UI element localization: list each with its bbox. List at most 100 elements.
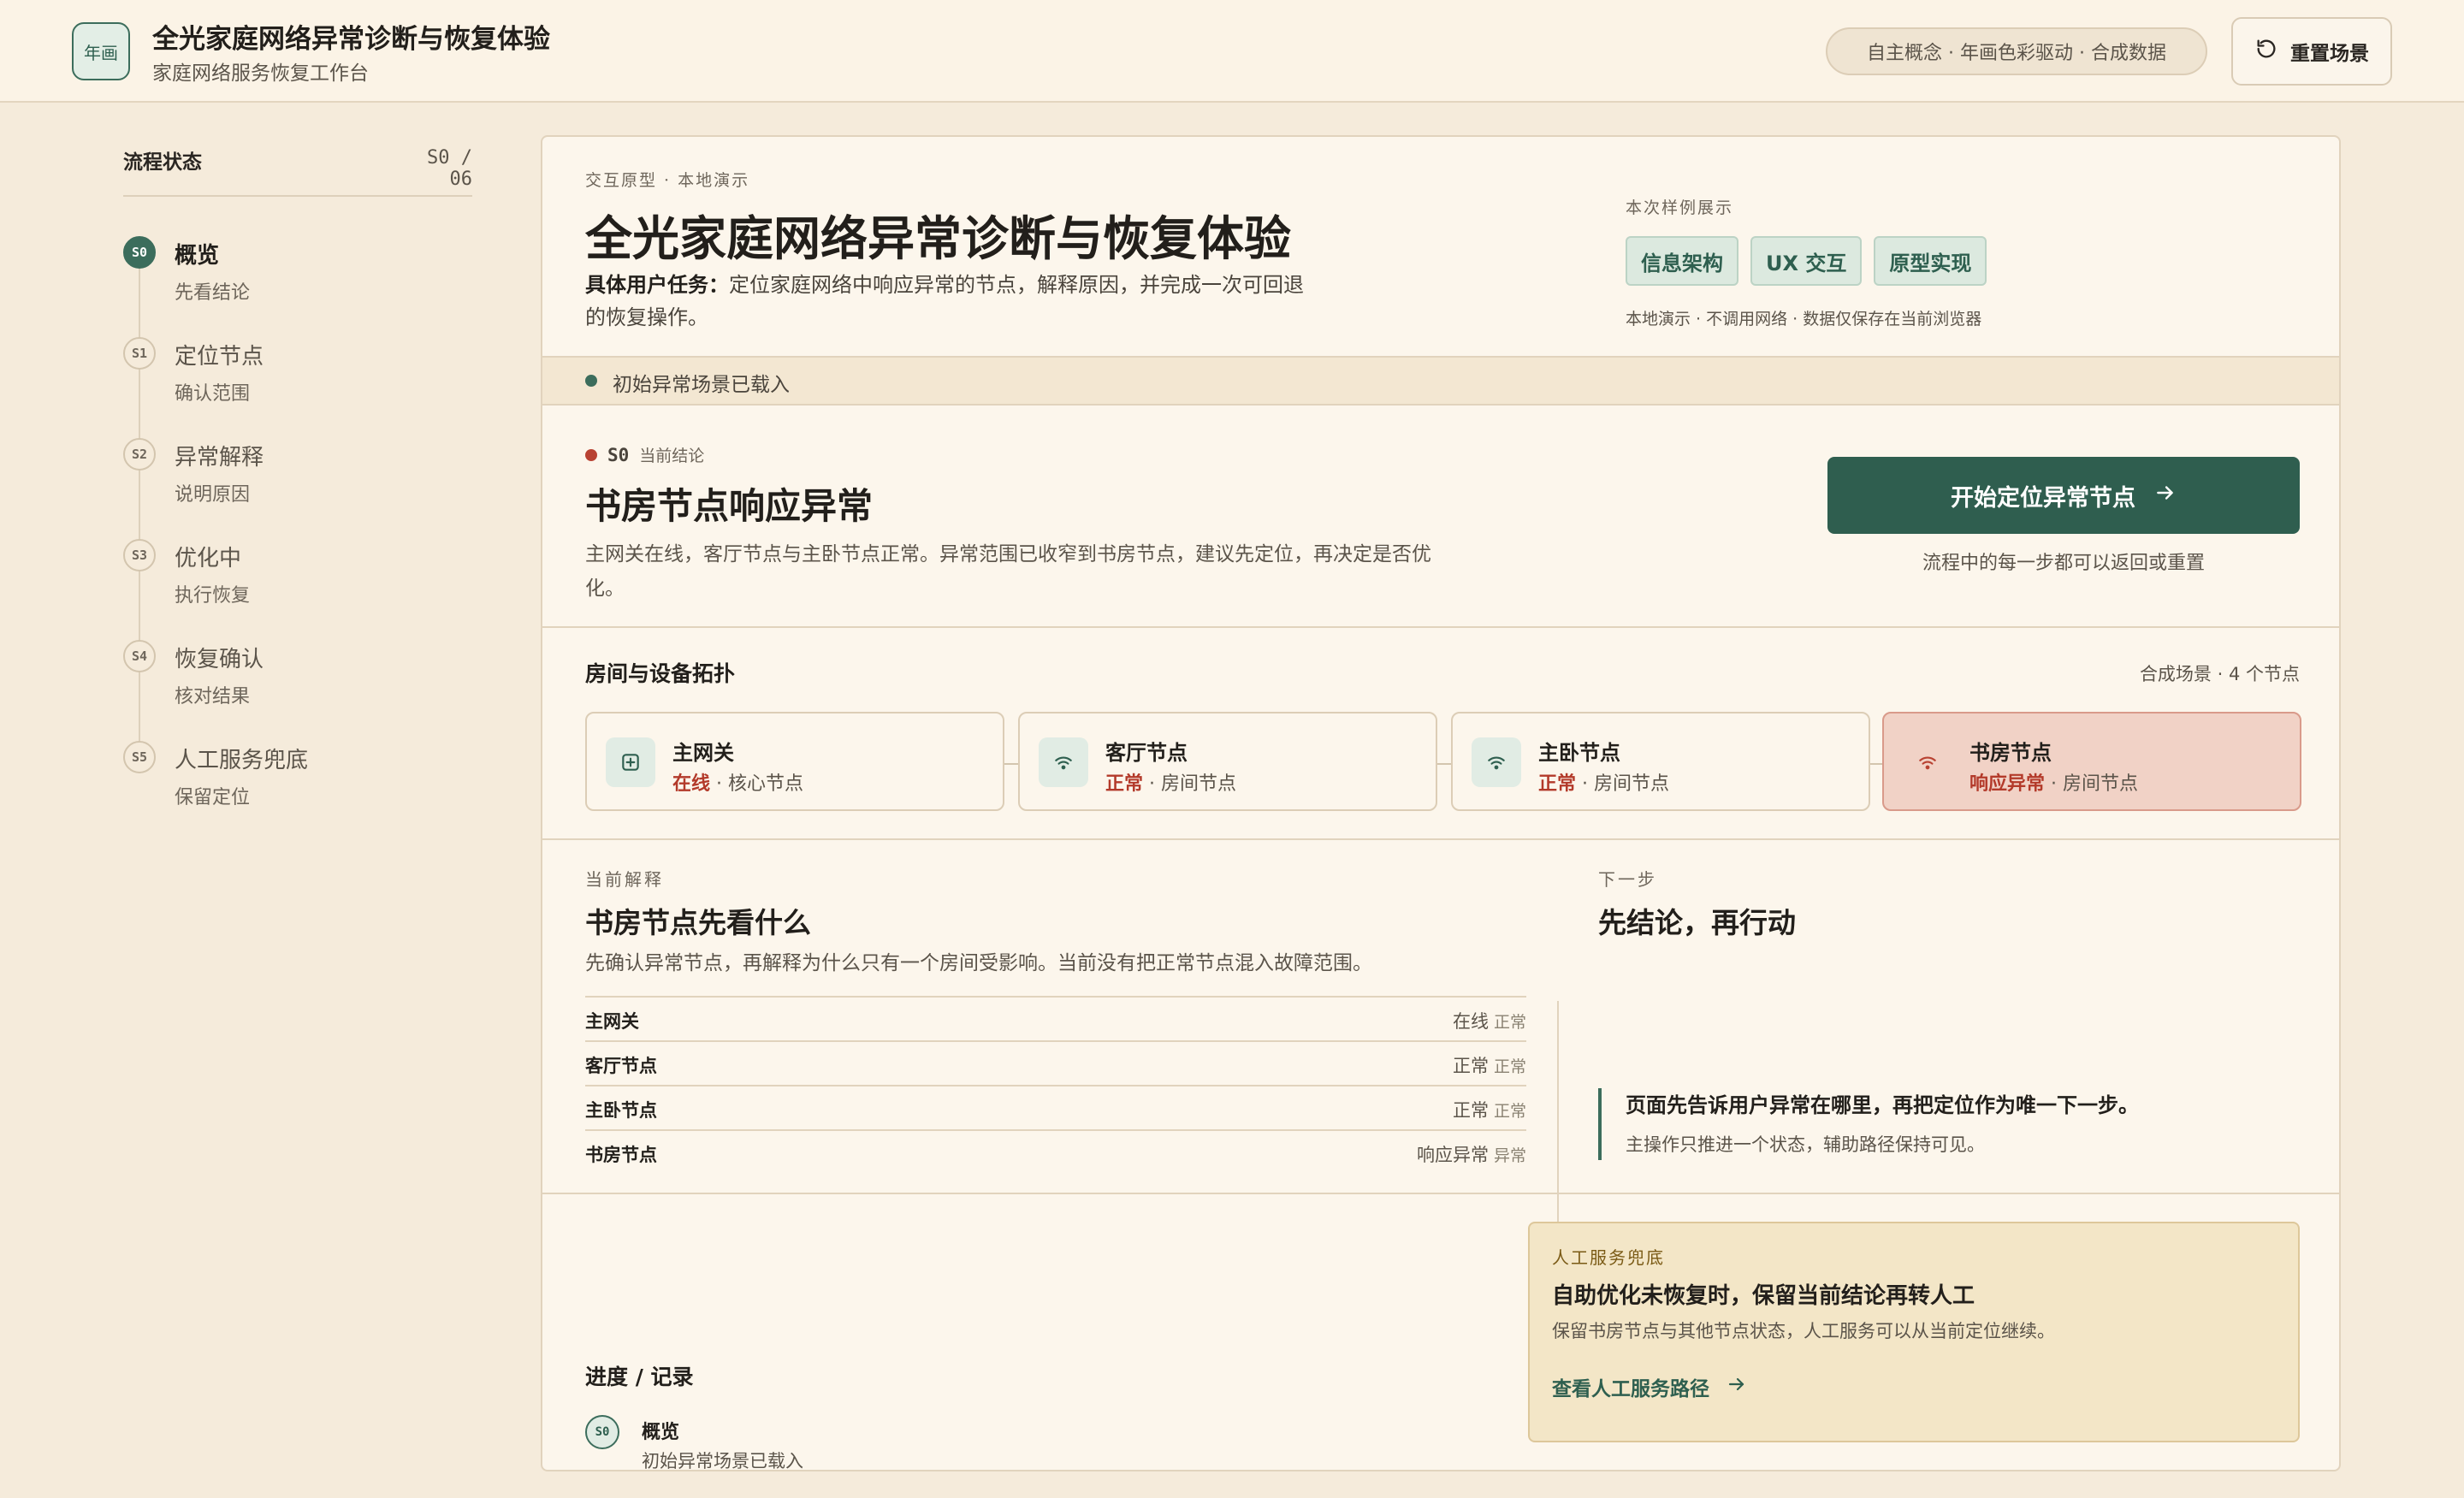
node-name: 主网关 — [672, 741, 734, 765]
step-counter: S0 / 06 — [427, 147, 472, 190]
step-title: 概览 — [175, 243, 220, 269]
step-badge: S1 — [123, 337, 156, 370]
row-tag: 正常 — [1493, 1057, 1526, 1076]
node-separator: · — [2051, 773, 2058, 795]
app-logo: 年画 — [72, 22, 130, 80]
fallback-text: 保留书房节点与其他节点状态，人工服务可以从当前定位继续。 — [1552, 1321, 2055, 1341]
log-title: 概览 — [642, 1422, 680, 1443]
node-study[interactable]: 书房节点 响应异常 · 房间节点 — [1882, 712, 2301, 811]
human-service-card: 人工服务兜底 自助优化未恢复时，保留当前结论再转人工 保留书房节点与其他节点状态… — [1528, 1222, 2300, 1442]
demo-tag: 原型实现 — [1874, 236, 1987, 286]
node-state: 正常 — [1105, 773, 1144, 795]
demo-note: 本地演示 · 不调用网络 · 数据仅保存在当前浏览器 — [1626, 310, 1982, 329]
conclusion-label: 当前结论 — [639, 447, 705, 465]
explanation-title: 书房节点先看什么 — [585, 906, 811, 939]
next-step-sub: 主操作只推进一个状态，辅助路径保持可见。 — [1626, 1134, 1985, 1155]
row-value: 正常 正常 — [1453, 1052, 1526, 1078]
main-card: 交互原型 · 本地演示 全光家庭网络异常诊断与恢复体验 具体用户任务：定位家庭网… — [541, 135, 2341, 1471]
demo-tag: UX 交互 — [1750, 236, 1863, 286]
sidebar-divider — [123, 195, 472, 197]
node-state: 正常 — [1538, 773, 1577, 795]
log-badge: S0 — [585, 1415, 619, 1449]
arrow-right-icon — [1727, 1374, 1747, 1400]
progress-title: 进度 / 记录 — [585, 1365, 694, 1389]
step-title: 人工服务兜底 — [175, 748, 309, 773]
step-s3[interactable]: S3 优化中 执行恢复 — [123, 539, 483, 633]
step-subtitle: 保留定位 — [175, 787, 251, 808]
step-s1[interactable]: S1 定位节点 确认范围 — [123, 337, 483, 431]
demo-tags: 信息架构 UX 交互 原型实现 — [1626, 236, 1987, 286]
app-subtitle: 家庭网络服务恢复工作台 — [152, 62, 369, 85]
node-role: 房间节点 — [2063, 773, 2139, 795]
demo-label: 本次样例展示 — [1626, 198, 1734, 217]
table-row: 客厅节点 正常 正常 — [585, 1040, 1526, 1085]
hero-task: 具体用户任务：定位家庭网络中响应异常的节点，解释原因，并完成一次可回退的恢复操作… — [585, 269, 1304, 334]
node-gateway[interactable]: 主网关 在线 · 核心节点 — [585, 712, 1004, 811]
status-text: 初始异常场景已载入 — [613, 374, 790, 396]
step-subtitle: 执行恢复 — [175, 585, 251, 607]
concept-pill: 自主概念 · 年画色彩驱动 · 合成数据 — [1826, 27, 2207, 75]
demo-tag: 信息架构 — [1626, 236, 1738, 286]
fallback-label: 人工服务兜底 — [1552, 1247, 1665, 1268]
node-master-bedroom[interactable]: 主卧节点 正常 · 房间节点 — [1451, 712, 1870, 811]
reset-scene-button[interactable]: 重置场景 — [2231, 17, 2392, 86]
sidebar-heading: 流程状态 — [123, 151, 202, 174]
wifi-icon — [1039, 737, 1088, 787]
row-state: 正常 — [1452, 1100, 1489, 1121]
status-dot — [585, 375, 597, 387]
node-separator: · — [1149, 773, 1156, 795]
node-state: 在线 — [672, 773, 711, 795]
node-name: 主卧节点 — [1538, 741, 1620, 765]
step-s2[interactable]: S2 异常解释 说明原因 — [123, 438, 483, 532]
step-s4[interactable]: S4 恢复确认 核对结果 — [123, 640, 483, 734]
step-s5[interactable]: S5 人工服务兜底 保留定位 — [123, 741, 483, 835]
start-locate-label: 开始定位异常节点 — [1951, 484, 2135, 512]
next-step-title: 先结论，再行动 — [1598, 906, 1796, 939]
reset-icon — [2254, 37, 2278, 66]
row-state: 响应异常 — [1416, 1145, 1489, 1165]
arrow-right-icon — [2154, 482, 2177, 510]
table-row: 主卧节点 正常 正常 — [585, 1085, 1526, 1129]
explanation-label: 当前解释 — [585, 869, 664, 890]
next-step-label: 下一步 — [1598, 869, 1657, 890]
table-row: 书房节点 响应异常 异常 — [585, 1129, 1526, 1174]
button-note: 流程中的每一步都可以返回或重置 — [1922, 553, 2205, 574]
topology-meta: 合成场景 · 4 个节点 — [2139, 664, 2300, 684]
node-status: 正常 · 房间节点 — [1538, 768, 1669, 796]
step-subtitle: 确认范围 — [175, 383, 251, 405]
wifi-icon — [1472, 737, 1521, 787]
row-tag: 正常 — [1493, 1013, 1526, 1032]
node-separator: · — [1582, 773, 1589, 795]
node-name: 书房节点 — [1969, 741, 2052, 765]
step-badge: S0 — [123, 236, 156, 269]
node-status: 在线 · 核心节点 — [672, 768, 803, 796]
fallback-link-label: 查看人工服务路径 — [1552, 1378, 1709, 1400]
row-tag: 正常 — [1493, 1102, 1526, 1121]
node-role: 核心节点 — [728, 773, 804, 795]
row-name: 客厅节点 — [585, 1056, 657, 1076]
view-human-service-link[interactable]: 查看人工服务路径 — [1552, 1372, 1747, 1401]
node-living-room[interactable]: 客厅节点 正常 · 房间节点 — [1018, 712, 1437, 811]
step-title: 定位节点 — [175, 344, 264, 370]
app-title: 全光家庭网络异常诊断与恢复体验 — [152, 24, 550, 55]
row-value: 响应异常 异常 — [1417, 1141, 1526, 1167]
step-badge: S5 — [123, 741, 156, 773]
divider — [542, 838, 2339, 840]
step-s0[interactable]: S0 概览 先看结论 — [123, 236, 483, 330]
step-title: 优化中 — [175, 546, 242, 571]
conclusion-text: 主网关在线，客厅节点与主卧节点正常。异常范围已收窄到书房节点，建议先定位，再决定… — [585, 543, 1431, 600]
start-locate-button[interactable]: 开始定位异常节点 — [1827, 457, 2300, 534]
explanation-text: 先确认异常节点，再解释为什么只有一个房间受影响。当前没有把正常节点混入故障范围。 — [585, 952, 1372, 974]
reset-label: 重置场景 — [2290, 43, 2369, 65]
row-tag: 异常 — [1493, 1146, 1526, 1165]
task-label: 具体用户任务： — [585, 273, 729, 297]
step-title: 恢复确认 — [175, 647, 264, 672]
step-subtitle: 先看结论 — [175, 282, 251, 304]
conclusion-title: 书房节点响应异常 — [585, 485, 874, 527]
top-bar: 年画 全光家庭网络异常诊断与恢复体验 家庭网络服务恢复工作台 自主概念 · 年画… — [0, 0, 2464, 103]
step-title: 异常解释 — [175, 445, 264, 471]
row-name: 主网关 — [585, 1011, 639, 1032]
node-name: 客厅节点 — [1105, 741, 1188, 765]
step-subtitle: 核对结果 — [175, 686, 251, 708]
next-step-strong: 页面先告诉用户异常在哪里，再把定位作为唯一下一步。 — [1626, 1093, 2139, 1117]
